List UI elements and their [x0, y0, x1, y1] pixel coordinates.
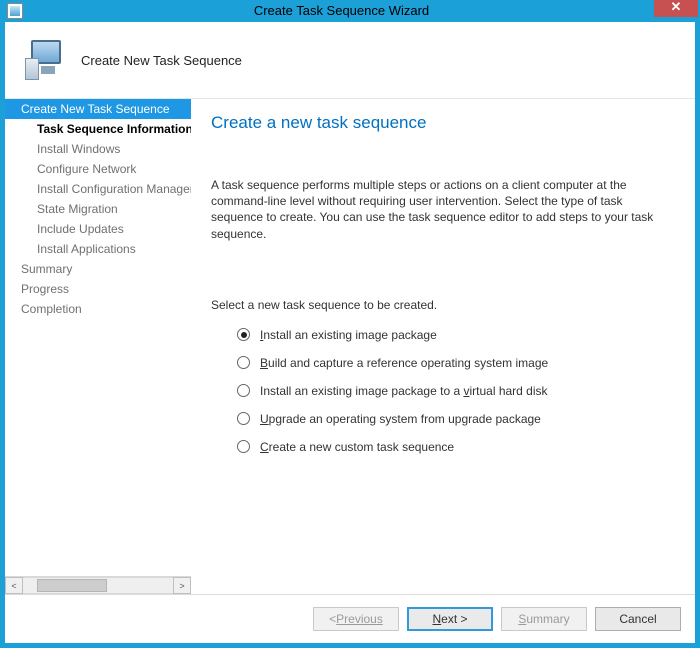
radio-label: Upgrade an operating system from upgrade…: [260, 412, 541, 426]
radio-option[interactable]: Build and capture a reference operating …: [237, 356, 669, 370]
sidebar-list: Create New Task Sequence Task Sequence In…: [5, 99, 191, 576]
sidebar-item-label: Progress: [21, 282, 69, 296]
radio-label: Create a new custom task sequence: [260, 440, 454, 454]
sidebar-item[interactable]: Install Configuration Manager: [5, 179, 191, 199]
window-title: Create Task Sequence Wizard: [29, 0, 654, 18]
next-button[interactable]: Next >: [407, 607, 493, 631]
next-label: ext >: [441, 612, 467, 626]
sidebar-item-label: Install Configuration Manager: [37, 182, 191, 196]
close-button[interactable]: ✕: [654, 0, 698, 17]
select-prompt: Select a new task sequence to be created…: [211, 298, 669, 312]
radio-button-icon: [237, 440, 250, 453]
sidebar-item[interactable]: Configure Network: [5, 159, 191, 179]
sidebar-item-label: Create New Task Sequence: [21, 102, 170, 116]
radio-option[interactable]: Create a new custom task sequence: [237, 440, 669, 454]
page-title: Create a new task sequence: [211, 113, 669, 133]
radio-label: Install an existing image package: [260, 328, 437, 342]
radio-option[interactable]: Upgrade an operating system from upgrade…: [237, 412, 669, 426]
page-description: A task sequence performs multiple steps …: [211, 177, 669, 242]
radio-group: Install an existing image package Build a…: [211, 328, 669, 454]
sidebar-item-label: State Migration: [37, 202, 118, 216]
sidebar-item[interactable]: Install Applications: [5, 239, 191, 259]
sidebar-item[interactable]: Task Sequence Information: [5, 119, 191, 139]
radio-button-icon: [237, 356, 250, 369]
scroll-thumb[interactable]: [37, 579, 107, 592]
sidebar-item-label: Task Sequence Information: [37, 122, 191, 136]
titlebar: Create Task Sequence Wizard ✕: [0, 0, 700, 22]
sidebar-item-label: Install Applications: [37, 242, 136, 256]
sidebar-item-label: Install Windows: [37, 142, 120, 156]
radio-label: Install an existing image package to a v…: [260, 384, 548, 398]
app-icon: [7, 3, 23, 19]
radio-option[interactable]: Install an existing image package to a v…: [237, 384, 669, 398]
scroll-right-button[interactable]: >: [173, 577, 191, 594]
sidebar-item[interactable]: Install Windows: [5, 139, 191, 159]
sidebar-item-label: Completion: [21, 302, 82, 316]
scroll-left-button[interactable]: <: [5, 577, 23, 594]
button-bar: < Previous Next > Summary Cancel: [5, 594, 695, 643]
sidebar-scrollbar[interactable]: < >: [5, 576, 191, 594]
previous-label: Previous: [336, 612, 383, 626]
wizard-header: Create New Task Sequence: [5, 22, 695, 99]
sidebar-item[interactable]: Include Updates: [5, 219, 191, 239]
sidebar-item-label: Summary: [21, 262, 72, 276]
sidebar-item-label: Include Updates: [37, 222, 124, 236]
sidebar: Create New Task Sequence Task Sequence In…: [5, 99, 191, 594]
sidebar-item[interactable]: Progress: [5, 279, 191, 299]
radio-button-icon: [237, 412, 250, 425]
summary-button[interactable]: Summary: [501, 607, 587, 631]
scroll-track[interactable]: [23, 577, 173, 594]
sidebar-item-label: Configure Network: [37, 162, 136, 176]
previous-button[interactable]: < Previous: [313, 607, 399, 631]
sidebar-item[interactable]: State Migration: [5, 199, 191, 219]
summary-label: ummary: [526, 612, 569, 626]
radio-button-icon: [237, 328, 250, 341]
radio-option[interactable]: Install an existing image package: [237, 328, 669, 342]
header-title: Create New Task Sequence: [81, 53, 242, 68]
computer-icon: [25, 40, 67, 80]
sidebar-item[interactable]: Summary: [5, 259, 191, 279]
sidebar-item[interactable]: Create New Task Sequence: [5, 99, 191, 119]
cancel-button[interactable]: Cancel: [595, 607, 681, 631]
radio-label: Build and capture a reference operating …: [260, 356, 548, 370]
main-panel: Create a new task sequence A task sequen…: [191, 99, 695, 594]
radio-button-icon: [237, 384, 250, 397]
cancel-label: Cancel: [619, 612, 656, 626]
sidebar-item[interactable]: Completion: [5, 299, 191, 319]
